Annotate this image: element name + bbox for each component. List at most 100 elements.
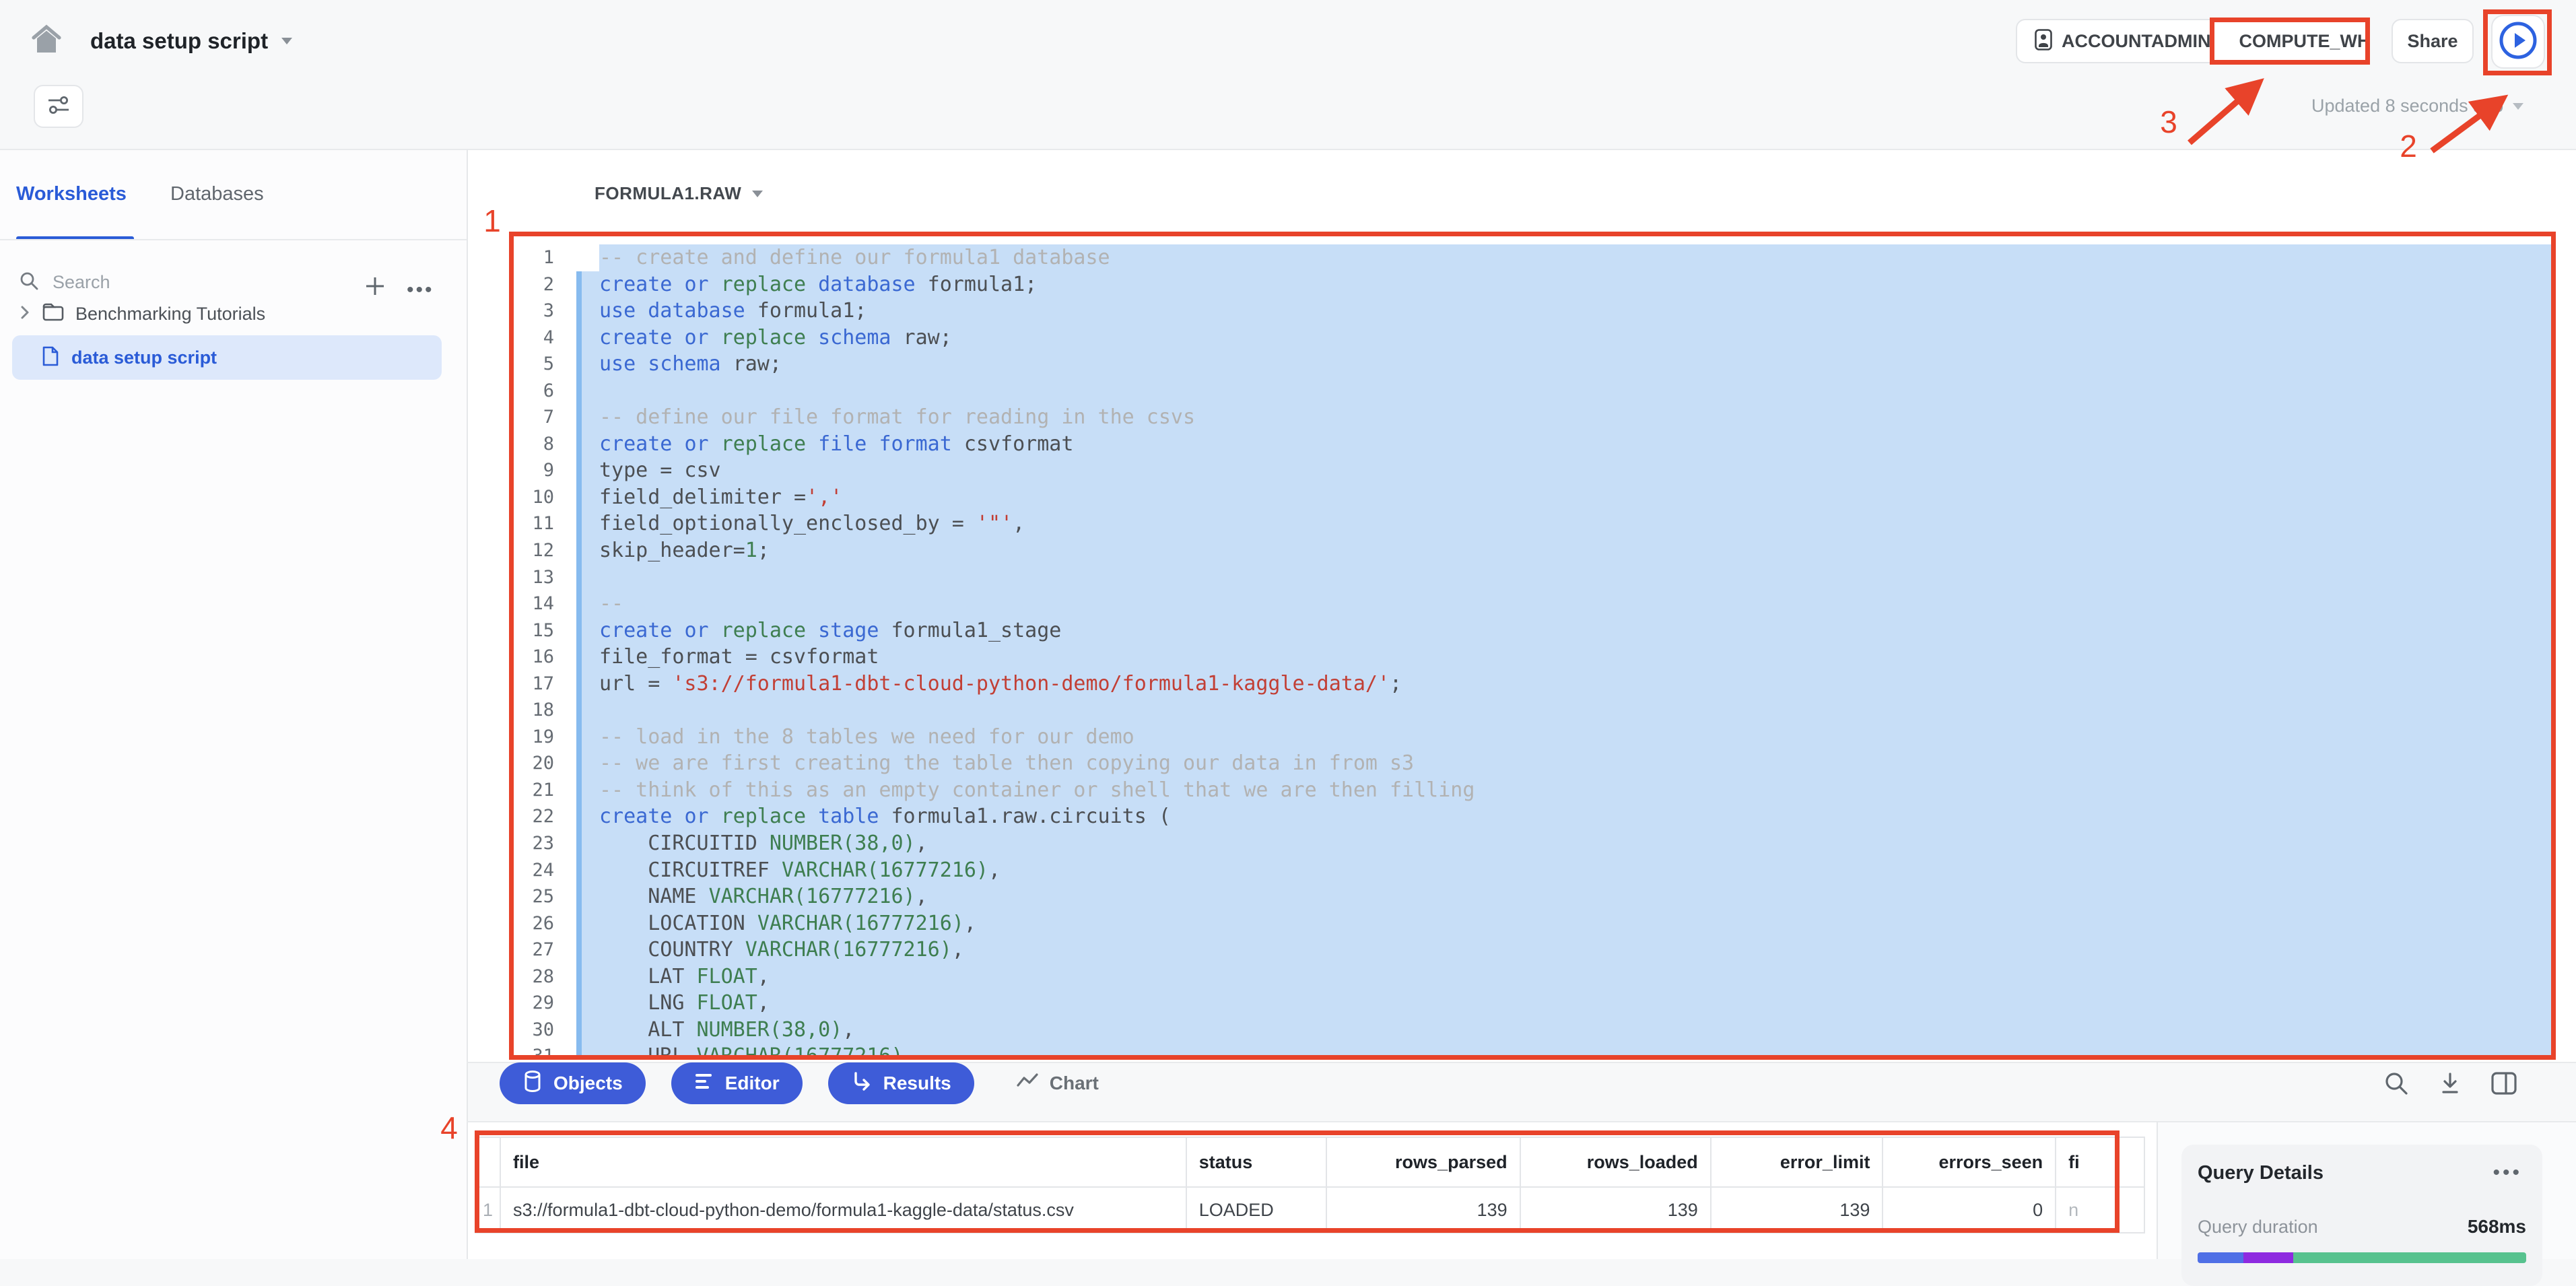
column-header[interactable]: fi — [2056, 1137, 2144, 1187]
code-line[interactable]: 1-- create and define our formula1 datab… — [514, 244, 2551, 271]
code-line[interactable]: 26 LOCATION VARCHAR(16777216), — [514, 910, 2551, 937]
column-header[interactable]: error_limit — [1711, 1137, 1883, 1187]
user-badge-icon — [2035, 29, 2052, 54]
code-line[interactable]: 11field_optionally_enclosed_by = '"', — [514, 510, 2551, 537]
page-title: data setup script — [90, 28, 268, 54]
code-line[interactable]: 20-- we are first creating the table the… — [514, 750, 2551, 777]
code-line[interactable]: 18 — [514, 697, 2551, 724]
search-results-button[interactable] — [2381, 1069, 2412, 1099]
sliders-icon — [46, 94, 71, 119]
code-line[interactable]: 19-- load in the 8 tables we need for ou… — [514, 724, 2551, 751]
row-number[interactable]: 1 — [475, 1187, 500, 1233]
worksheet-title-menu[interactable]: data setup script — [90, 28, 292, 54]
editor-button[interactable]: Editor — [671, 1062, 803, 1104]
warehouse-selector[interactable]: COMPUTE_WH — [2239, 31, 2370, 52]
results-button[interactable]: Results — [828, 1062, 974, 1104]
code-line[interactable]: 24 CIRCUITREF VARCHAR(16777216), — [514, 857, 2551, 884]
table-cell[interactable]: 0 — [1883, 1187, 2056, 1233]
table-cell[interactable]: 139 — [1520, 1187, 1711, 1233]
database-icon — [522, 1070, 543, 1097]
sql-editor[interactable]: 1-- create and define our formula1 datab… — [514, 236, 2551, 1057]
search-icon — [2383, 1070, 2410, 1099]
role-selector[interactable]: ACCOUNTADMIN — [2062, 31, 2210, 52]
code-line[interactable]: 29 LNG FLOAT, — [514, 990, 2551, 1017]
objects-label: Objects — [553, 1073, 623, 1094]
details-divider — [2157, 1122, 2158, 1259]
column-header[interactable]: rows_parsed — [1326, 1137, 1520, 1187]
search-input[interactable] — [51, 271, 310, 294]
code-line[interactable]: 27 COUNTRY VARCHAR(16777216), — [514, 937, 2551, 963]
code-line[interactable]: 10field_delimiter =',' — [514, 484, 2551, 511]
download-results-button[interactable] — [2435, 1069, 2466, 1099]
code-line[interactable]: 8create or replace file format csvformat — [514, 431, 2551, 458]
query-details-more-button[interactable]: ••• — [2488, 1161, 2526, 1185]
tab-databases[interactable]: Databases — [170, 183, 264, 205]
query-duration-label: Query duration — [2198, 1217, 2318, 1238]
context-selector-label: FORMULA1.RAW — [595, 183, 741, 204]
sidebar-item-folder[interactable]: Benchmarking Tutorials — [19, 296, 450, 331]
code-line[interactable]: 16file_format = csvformat — [514, 644, 2551, 671]
download-icon — [2437, 1070, 2464, 1099]
results-top-divider — [467, 1121, 2576, 1122]
document-icon — [42, 345, 59, 370]
sidebar-item-worksheet-selected[interactable]: data setup script — [12, 335, 442, 380]
code-line[interactable]: 14-- — [514, 590, 2551, 617]
table-row: 1s3://formula1-dbt-cloud-python-demo/for… — [475, 1187, 2144, 1233]
code-line[interactable]: 5use schema raw; — [514, 351, 2551, 378]
folder-label: Benchmarking Tutorials — [75, 304, 265, 325]
chevron-down-icon — [281, 38, 292, 44]
table-cell[interactable]: s3://formula1-dbt-cloud-python-demo/form… — [500, 1187, 1186, 1233]
column-header[interactable]: status — [1186, 1137, 1326, 1187]
code-line[interactable]: 3use database formula1; — [514, 298, 2551, 325]
search-icon — [19, 271, 39, 294]
code-line[interactable]: 6 — [514, 378, 2551, 405]
worksheet-label: data setup script — [71, 347, 217, 368]
chart-tab[interactable]: Chart — [1016, 1072, 1099, 1095]
table-cell[interactable]: 139 — [1326, 1187, 1520, 1233]
annotation-label-3: 3 — [2160, 104, 2177, 140]
editor-label: Editor — [725, 1073, 780, 1094]
code-line[interactable]: 30 ALT NUMBER(38,0), — [514, 1017, 2551, 1044]
query-details-title: Query Details — [2198, 1162, 2324, 1184]
run-button[interactable] — [2491, 15, 2545, 69]
folder-icon — [42, 302, 65, 326]
code-line[interactable]: 7-- define our file format for reading i… — [514, 404, 2551, 431]
context-selector[interactable]: FORMULA1.RAW — [595, 183, 763, 204]
tab-worksheets-label: Worksheets — [16, 183, 127, 205]
split-view-button[interactable] — [2488, 1069, 2519, 1099]
code-line[interactable]: 9type = csv — [514, 457, 2551, 484]
split-view-icon — [2490, 1071, 2518, 1098]
table-cell[interactable]: n — [2056, 1187, 2144, 1233]
code-line[interactable]: 13 — [514, 564, 2551, 591]
sidebar-divider — [467, 149, 468, 1259]
code-line[interactable]: 4create or replace schema raw; — [514, 325, 2551, 351]
home-button[interactable] — [31, 23, 62, 57]
code-line[interactable]: 25 NAME VARCHAR(16777216), — [514, 883, 2551, 910]
objects-button[interactable]: Objects — [500, 1062, 646, 1104]
code-line[interactable]: 23 CIRCUITID NUMBER(38,0), — [514, 830, 2551, 857]
query-duration-bar — [2198, 1252, 2526, 1263]
tab-worksheets[interactable]: Worksheets — [16, 183, 127, 205]
share-button[interactable]: Share — [2392, 19, 2474, 63]
tab-databases-label: Databases — [170, 183, 264, 205]
row-number-header[interactable] — [475, 1137, 500, 1187]
code-line[interactable]: 12skip_header=1; — [514, 537, 2551, 564]
code-line[interactable]: 2create or replace database formula1; — [514, 271, 2551, 298]
column-header[interactable]: rows_loaded — [1520, 1137, 1711, 1187]
code-line[interactable]: 31 URL VARCHAR(16777216), — [514, 1043, 2551, 1057]
filter-button[interactable] — [34, 85, 83, 128]
column-header[interactable]: file — [500, 1137, 1186, 1187]
sidebar-search[interactable] — [19, 271, 310, 294]
code-line[interactable]: 21-- think of this as an empty container… — [514, 777, 2551, 804]
results-actions — [2381, 1069, 2519, 1099]
code-line[interactable]: 28 LAT FLOAT, — [514, 963, 2551, 990]
code-line[interactable]: 22create or replace table formula1.raw.c… — [514, 803, 2551, 830]
table-cell[interactable]: LOADED — [1186, 1187, 1326, 1233]
code-line[interactable]: 15create or replace stage formula1_stage — [514, 617, 2551, 644]
code-line[interactable]: 17url = 's3://formula1-dbt-cloud-python-… — [514, 671, 2551, 698]
column-header[interactable]: errors_seen — [1883, 1137, 2056, 1187]
chevron-right-icon[interactable] — [19, 304, 31, 325]
table-cell[interactable]: 139 — [1711, 1187, 1883, 1233]
updated-status[interactable]: Updated 8 seconds ago — [2311, 96, 2523, 116]
chart-line-icon — [1016, 1072, 1039, 1095]
